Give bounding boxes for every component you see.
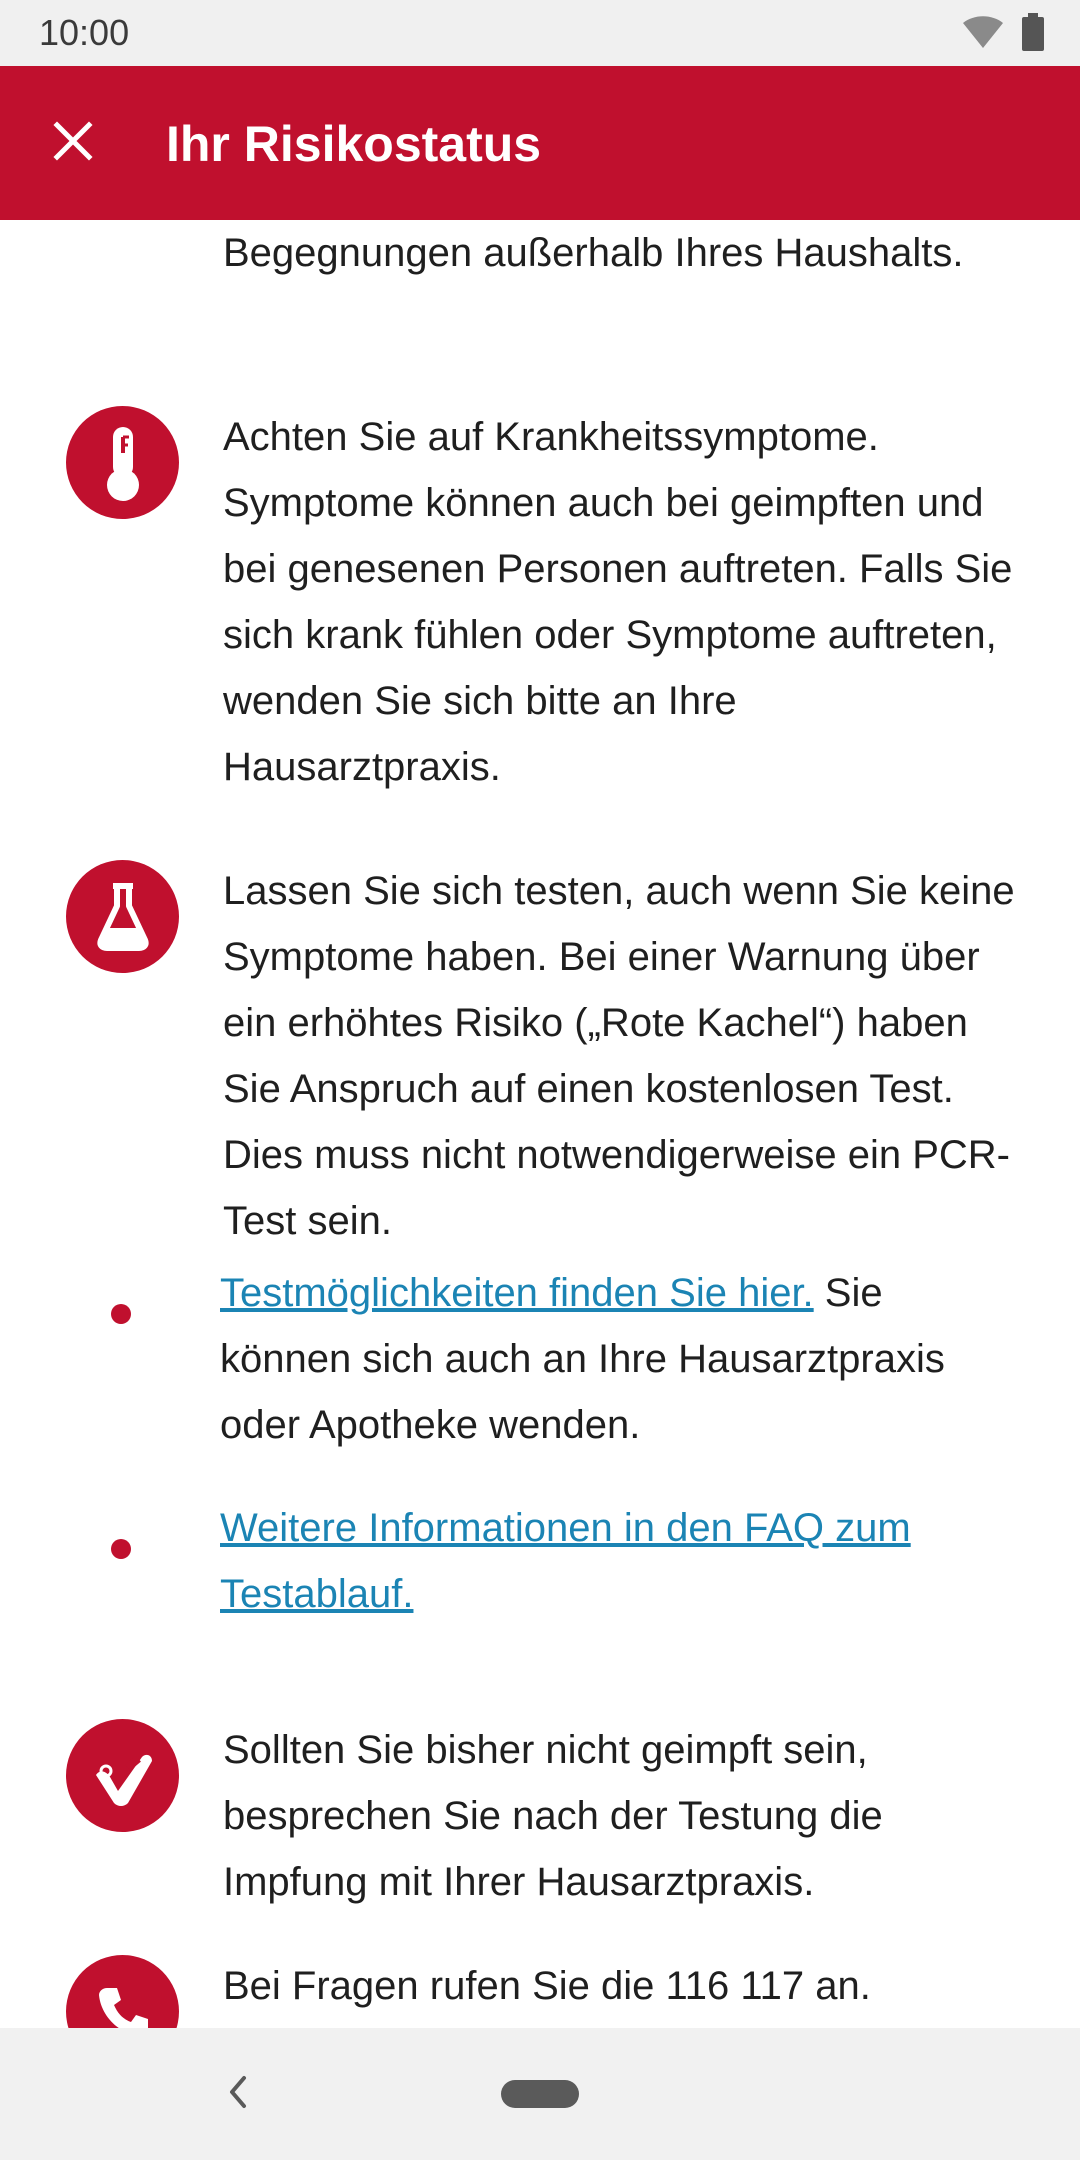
hotline-text: Bei Fragen rufen Sie die 116 117 an.	[223, 1964, 871, 2008]
phone-icon	[66, 1955, 179, 2028]
vaccination-advice-text: Sollten Sie bisher nicht geimpft sein, b…	[223, 1728, 883, 1904]
wifi-icon	[962, 15, 1004, 54]
page-title: Ihr Risikostatus	[166, 116, 542, 172]
bullet-dot	[111, 1304, 131, 1324]
close-button[interactable]	[34, 104, 112, 182]
bullet-item-test-options: Testmöglichkeiten finden Sie hier. Sie k…	[220, 1260, 1020, 1458]
faq-test-procedure-link[interactable]: Weitere Informationen in den FAQ zum Tes…	[220, 1506, 911, 1616]
status-bar: 10:00	[0, 0, 1080, 66]
bullet-item-faq: Weitere Informationen in den FAQ zum Tes…	[220, 1495, 1020, 1627]
risk-status-content[interactable]: Begegnungen außerhalb Ihres Haushalts. A…	[0, 220, 1080, 2028]
status-time: 10:00	[39, 12, 130, 53]
navigation-bar	[0, 2028, 1080, 2160]
back-button[interactable]	[216, 2072, 260, 2116]
thermometer-icon	[66, 406, 179, 519]
chevron-left-icon	[226, 2074, 250, 2115]
close-icon	[53, 120, 93, 166]
status-icons	[962, 12, 1044, 56]
app-bar: Ihr Risikostatus	[0, 66, 1080, 220]
home-pill-icon[interactable]	[501, 2080, 579, 2108]
test-tube-flask-icon	[66, 860, 179, 973]
bullet-dot	[111, 1539, 131, 1559]
testing-advice-text: Lassen Sie sich testen, auch wenn Sie ke…	[223, 869, 1015, 1243]
test-options-link[interactable]: Testmöglichkeiten finden Sie hier.	[220, 1271, 814, 1315]
vaccine-arm-icon	[66, 1719, 179, 1832]
intro-continuation-text: Begegnungen außerhalb Ihres Haushalts.	[223, 231, 964, 275]
battery-icon	[1022, 12, 1044, 56]
symptoms-advice-text: Achten Sie auf Krankheitssymptome. Sympt…	[223, 415, 1013, 789]
